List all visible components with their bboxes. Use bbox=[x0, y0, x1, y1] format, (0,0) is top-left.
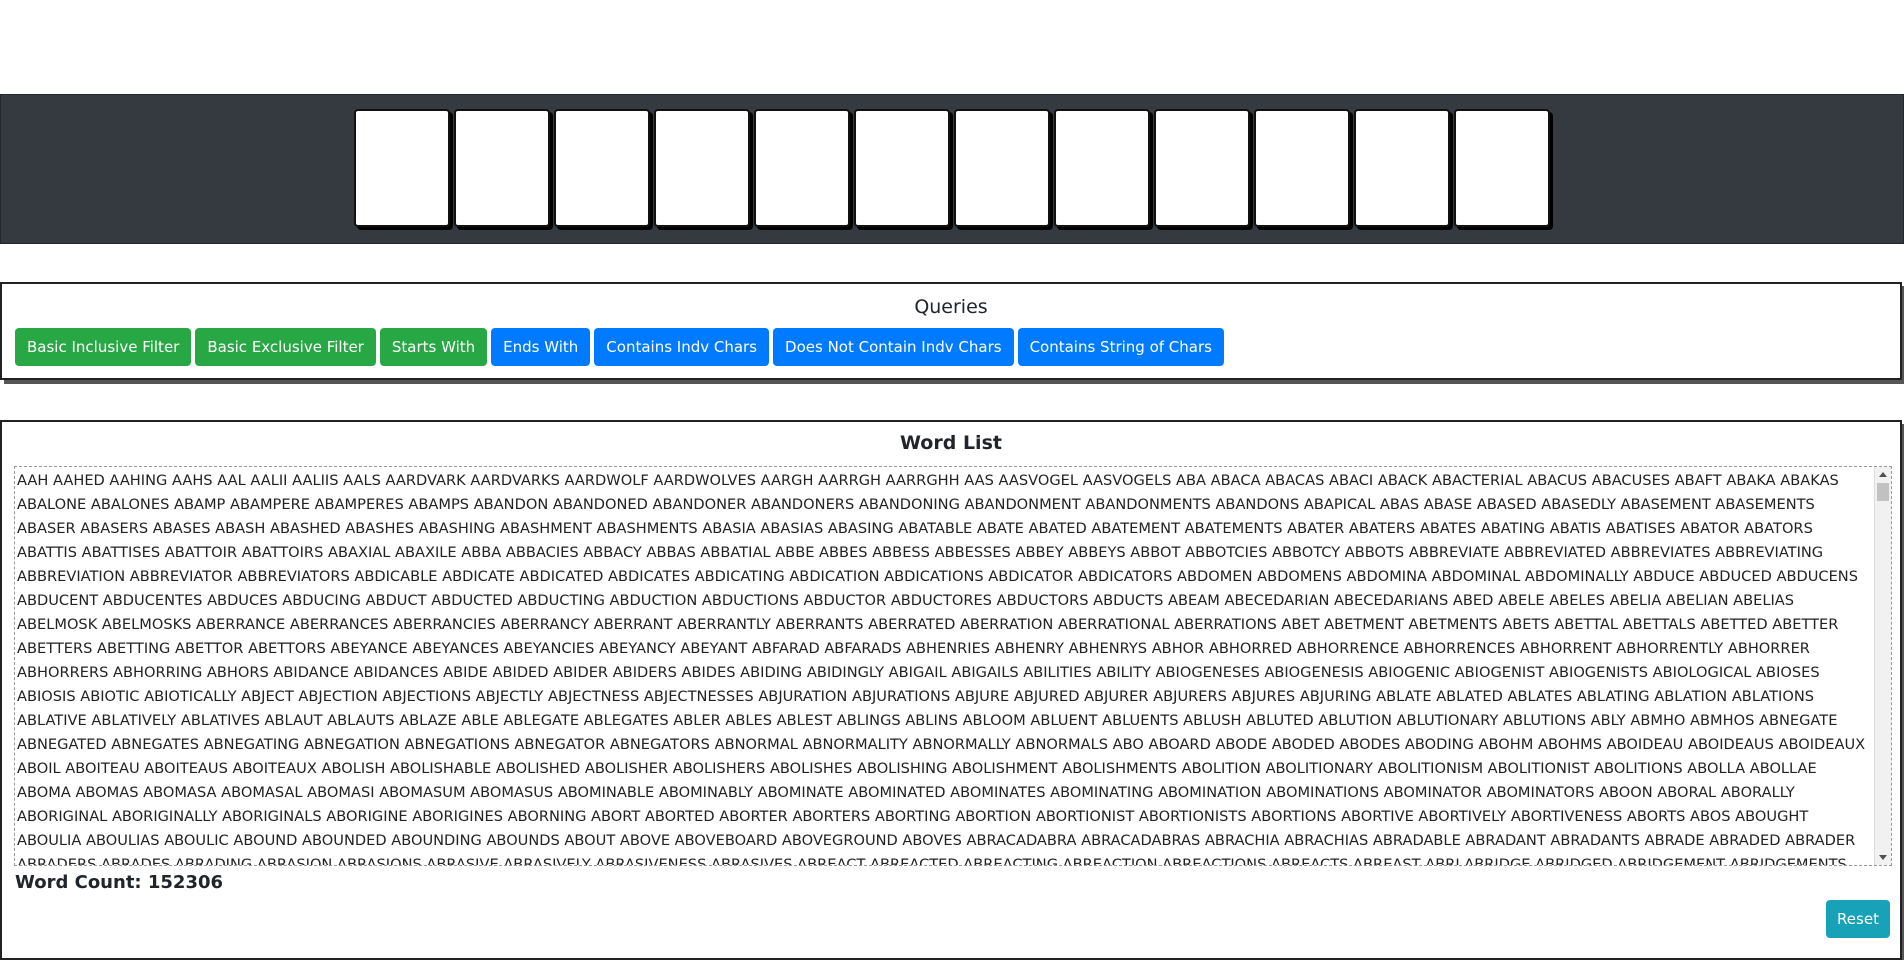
starts-with-button[interactable]: Starts With bbox=[379, 328, 488, 366]
word-list-scrollbar[interactable] bbox=[1874, 467, 1891, 865]
contains-indv-chars-button[interactable]: Contains Indv Chars bbox=[594, 328, 770, 366]
letter-tile[interactable] bbox=[354, 109, 450, 227]
letter-tile[interactable] bbox=[654, 109, 750, 227]
letter-tile[interactable] bbox=[1454, 109, 1550, 227]
contains-string-of-chars-button[interactable]: Contains String of Chars bbox=[1017, 328, 1224, 366]
word-list-box[interactable]: AAH AAHED AAHING AAHS AAL AALII AALIIS A… bbox=[14, 466, 1892, 866]
letter-tile[interactable] bbox=[1354, 109, 1450, 227]
letter-tile[interactable] bbox=[1254, 109, 1350, 227]
word-list-panel: Word List AAH AAHED AAHING AAHS AAL AALI… bbox=[0, 420, 1902, 960]
basic-exclusive-filter-button[interactable]: Basic Exclusive Filter bbox=[195, 328, 376, 366]
queries-panel: Queries Basic Inclusive Filter Basic Exc… bbox=[0, 282, 1902, 380]
letter-tile[interactable] bbox=[1154, 109, 1250, 227]
does-not-contain-indv-chars-button[interactable]: Does Not Contain Indv Chars bbox=[773, 328, 1014, 366]
word-list-text: AAH AAHED AAHING AAHS AAL AALII AALIIS A… bbox=[17, 472, 1866, 866]
letter-tile[interactable] bbox=[1054, 109, 1150, 227]
ends-with-button[interactable]: Ends With bbox=[491, 328, 591, 366]
word-list-title: Word List bbox=[900, 432, 1002, 454]
letter-tile-row bbox=[354, 109, 1550, 227]
scroll-down-arrow-icon[interactable] bbox=[1879, 855, 1887, 860]
word-count: Word Count: 152306 bbox=[15, 872, 224, 893]
letter-tile-band bbox=[0, 94, 1904, 244]
letter-tile[interactable] bbox=[954, 109, 1050, 227]
scroll-up-arrow-icon[interactable] bbox=[1879, 472, 1887, 477]
query-button-row: Basic Inclusive Filter Basic Exclusive F… bbox=[15, 328, 1224, 366]
queries-title: Queries bbox=[914, 296, 988, 318]
scroll-thumb[interactable] bbox=[1877, 483, 1889, 501]
letter-tile[interactable] bbox=[754, 109, 850, 227]
letter-tile[interactable] bbox=[554, 109, 650, 227]
reset-button[interactable]: Reset bbox=[1826, 900, 1890, 938]
letter-tile[interactable] bbox=[454, 109, 550, 227]
basic-inclusive-filter-button[interactable]: Basic Inclusive Filter bbox=[15, 328, 192, 366]
letter-tile[interactable] bbox=[854, 109, 950, 227]
